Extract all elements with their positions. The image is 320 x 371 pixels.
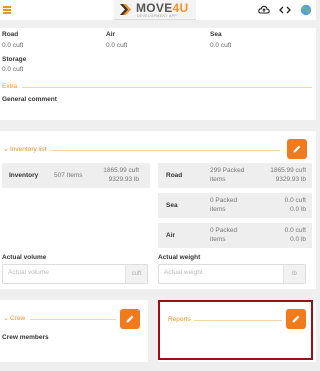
transport-panel: Road 0.0 cuft Air 0.0 cuft Sea 0.0 cuft …	[0, 28, 316, 120]
crew-section-toggle[interactable]: Crew	[10, 315, 25, 322]
general-comment-label: General comment	[2, 96, 57, 103]
actual-weight-input[interactable]	[164, 269, 264, 276]
sea-label: Sea	[210, 31, 222, 38]
actual-volume-unit: cuft	[125, 265, 147, 283]
mode-items-line2: items	[210, 206, 226, 213]
mode-volume: 0.0 cuft	[284, 197, 306, 204]
crew-panel: ⌄ Crew Crew members	[0, 300, 148, 362]
mode-name: Sea	[166, 202, 178, 209]
mode-name: Road	[166, 172, 183, 179]
pencil-icon	[126, 315, 134, 323]
pencil-icon	[293, 145, 301, 153]
inventory-summary-card: Inventory 507 Items 1865.99 cuft 9329.93…	[2, 163, 150, 188]
logo-arrow-icon	[120, 4, 131, 15]
actual-weight-label: Actual weight	[158, 254, 201, 261]
road-value: 0.0 cuft	[2, 42, 24, 49]
mode-items-line1: 0 Packed	[210, 227, 238, 234]
storage-value: 0.0 cuft	[2, 66, 24, 73]
air-value: 0.0 cuft	[106, 42, 128, 49]
inventory-summary-items: 507 Items	[54, 172, 83, 179]
actual-volume-input[interactable]	[8, 269, 108, 276]
crew-divider	[30, 319, 116, 320]
inventory-mode-card: Sea 0 Packed items 0.0 cuft 0.0 lb	[158, 193, 312, 218]
inventory-panel: ⌄ Inventory list Inventory 507 Items 186…	[0, 131, 316, 289]
logo-subtitle: DEVELOPMENT APP	[137, 14, 178, 18]
inventory-summary-volume: 1865.99 cuft	[103, 167, 139, 174]
inventory-summary-weight: 9329.93 lb	[108, 176, 139, 183]
cloud-upload-icon[interactable]	[258, 4, 270, 16]
hamburger-icon[interactable]	[3, 6, 11, 14]
mode-items-line1: 299 Packed	[210, 167, 245, 174]
crew-members-label: Crew members	[2, 334, 49, 341]
chevron-down-icon[interactable]: ⌄	[3, 145, 9, 153]
crew-edit-button[interactable]	[120, 309, 140, 329]
extra-divider	[22, 87, 312, 88]
app-logo: MOVE4U DEVELOPMENT APP	[114, 0, 196, 20]
sea-value: 0.0 cuft	[210, 42, 232, 49]
mode-weight: 9329.93 lb	[275, 176, 306, 183]
chevron-down-icon[interactable]: ⌄	[3, 314, 9, 322]
actual-volume-label: Actual volume	[2, 254, 47, 261]
inventory-summary-name: Inventory	[9, 172, 39, 179]
globe-icon[interactable]	[300, 4, 312, 16]
mode-weight: 0.0 lb	[290, 206, 306, 213]
mode-name: Air	[166, 232, 176, 239]
mode-items-line2: items	[210, 176, 226, 183]
mode-weight: 0.0 lb	[290, 236, 306, 243]
air-label: Air	[106, 31, 116, 38]
top-bar: MOVE4U DEVELOPMENT APP	[0, 0, 316, 20]
reports-highlight-frame	[158, 300, 313, 360]
inventory-edit-button[interactable]	[287, 139, 307, 159]
road-label: Road	[2, 31, 19, 38]
extra-section-toggle[interactable]: Extra	[2, 83, 17, 90]
mode-volume: 0.0 cuft	[284, 227, 306, 234]
inventory-divider	[52, 150, 280, 151]
storage-label: Storage	[2, 56, 27, 63]
mode-items-line1: 0 Packed	[210, 197, 238, 204]
code-icon[interactable]	[279, 4, 291, 16]
actual-weight-unit: lb	[283, 265, 305, 283]
actual-weight-field: lb	[158, 264, 306, 284]
logo-title: MOVE4U	[136, 1, 189, 15]
mode-items-line2: items	[210, 236, 226, 243]
inventory-section-toggle[interactable]: Inventory list	[10, 146, 47, 153]
mode-volume: 1865.99 cuft	[270, 167, 306, 174]
actual-volume-field: cuft	[2, 264, 148, 284]
inventory-mode-card: Road 299 Packed items 1865.99 cuft 9329.…	[158, 163, 312, 188]
inventory-mode-card: Air 0 Packed items 0.0 cuft 0.0 lb	[158, 223, 312, 248]
